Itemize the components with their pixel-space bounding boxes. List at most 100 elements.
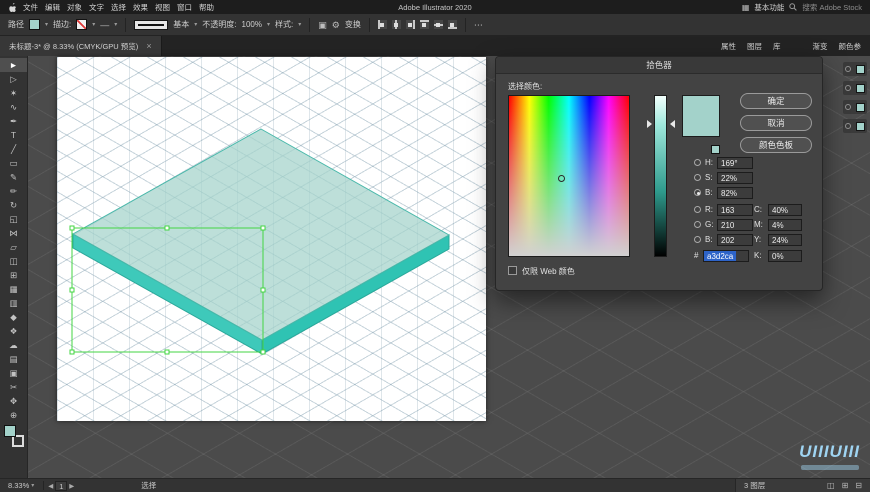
selection-handle[interactable] — [260, 349, 266, 355]
brightness-slider[interactable] — [654, 95, 667, 257]
menu-object[interactable]: 对象 — [67, 2, 82, 13]
color-swatches-button[interactable]: 颜色色板 — [740, 137, 812, 153]
artboard-nav-field[interactable]: 1 — [55, 480, 68, 491]
visibility-icon[interactable] — [845, 85, 851, 91]
hand-tool[interactable]: ✥ — [0, 394, 27, 408]
slider-arrow-right-icon[interactable] — [670, 120, 675, 128]
align-bottom-icon[interactable] — [447, 20, 457, 29]
rectangle-tool[interactable]: ▭ — [0, 156, 27, 170]
mesh-tool[interactable]: ▦ — [0, 282, 27, 296]
tab-libraries[interactable]: 库 — [773, 41, 781, 52]
prev-artboard-icon[interactable]: ◀ — [48, 482, 53, 490]
box-top-face[interactable] — [71, 128, 451, 341]
rotate-tool[interactable]: ↻ — [0, 198, 27, 212]
shape-builder-tool[interactable]: ◫ — [0, 254, 27, 268]
opacity-value[interactable]: 100% — [242, 20, 262, 29]
fill-color-swatch[interactable] — [29, 19, 40, 30]
selection-handle[interactable] — [164, 225, 170, 231]
align-top-icon[interactable] — [419, 20, 429, 29]
tab-properties[interactable]: 属性 — [721, 41, 736, 52]
layer-row[interactable] — [843, 100, 867, 114]
perspective-grid-tool[interactable]: ⊞ — [0, 268, 27, 282]
style-dropdown-icon[interactable]: ▾ — [298, 21, 301, 28]
input-b2[interactable]: 202 — [717, 234, 753, 246]
brush-dropdown-icon[interactable]: ▾ — [194, 21, 197, 28]
align-center-icon[interactable] — [391, 20, 401, 29]
tab-layers[interactable]: 图层 — [747, 41, 762, 52]
fill-stroke-indicator[interactable] — [3, 425, 24, 447]
next-artboard-icon[interactable]: ▶ — [69, 482, 74, 490]
opacity-dropdown-icon[interactable]: ▾ — [267, 21, 270, 28]
align-middle-icon[interactable] — [433, 20, 443, 29]
document-setup-icon[interactable]: ▣ — [318, 20, 327, 30]
brush-definition-select[interactable]: 基本 — [173, 19, 189, 30]
dialog-title[interactable]: 拾色器 — [496, 57, 822, 74]
align-left-icon[interactable] — [377, 20, 387, 29]
transform-label[interactable]: 变换 — [345, 19, 361, 30]
type-tool[interactable]: T — [0, 128, 27, 142]
radio-g[interactable] — [694, 221, 701, 228]
pencil-tool[interactable]: ✏ — [0, 184, 27, 198]
selection-handle[interactable] — [69, 225, 75, 231]
new-layer-icon[interactable]: ⊞ — [842, 481, 849, 490]
lasso-tool[interactable]: ∿ — [0, 100, 27, 114]
eyedropper-tool[interactable]: ◆ — [0, 310, 27, 324]
menu-edit[interactable]: 编辑 — [45, 2, 60, 13]
gradient-tool[interactable]: ▥ — [0, 296, 27, 310]
tab-gradient[interactable]: 渐变 — [813, 41, 828, 52]
layer-row[interactable] — [843, 119, 867, 133]
apple-menu-icon[interactable] — [8, 2, 17, 13]
stroke-weight-dropdown-icon[interactable]: ▾ — [114, 21, 117, 28]
more-options-icon[interactable]: ⋯ — [474, 20, 483, 30]
free-transform-tool[interactable]: ▱ — [0, 240, 27, 254]
paintbrush-tool[interactable]: ✎ — [0, 170, 27, 184]
color-field-marker[interactable] — [558, 175, 565, 182]
width-tool[interactable]: ⋈ — [0, 226, 27, 240]
tab-close-icon[interactable]: × — [146, 41, 151, 51]
color-field[interactable] — [508, 95, 630, 257]
input-c[interactable]: 40% — [768, 204, 802, 216]
input-g[interactable]: 210 — [717, 219, 753, 231]
zoom-dropdown-icon[interactable]: ▾ — [31, 482, 34, 489]
selection-handle[interactable] — [260, 287, 266, 293]
stroke-color-swatch[interactable] — [76, 19, 88, 30]
blend-tool[interactable]: ❖ — [0, 324, 27, 338]
stroke-dropdown-icon[interactable]: ▾ — [92, 21, 95, 28]
fill-dropdown-icon[interactable]: ▾ — [45, 21, 48, 28]
slider-arrow-left-icon[interactable] — [647, 120, 652, 128]
stroke-profile-select[interactable] — [134, 19, 169, 30]
menu-type[interactable]: 文字 — [89, 2, 104, 13]
stock-search-input[interactable]: 搜索 Adobe Stock — [802, 2, 862, 13]
magic-wand-tool[interactable]: ✶ — [0, 86, 27, 100]
input-y[interactable]: 24% — [768, 234, 802, 246]
input-k[interactable]: 0% — [768, 250, 802, 262]
workspace-switcher[interactable]: 基本功能 — [754, 2, 784, 13]
slice-tool[interactable]: ✂ — [0, 380, 27, 394]
radio-s[interactable] — [694, 174, 701, 181]
menu-view[interactable]: 视图 — [155, 2, 170, 13]
layer-row[interactable] — [843, 62, 867, 76]
preferences-icon[interactable]: ⚙ — [332, 20, 340, 30]
radio-r[interactable] — [694, 206, 701, 213]
layer-row[interactable] — [843, 81, 867, 95]
visibility-icon[interactable] — [845, 66, 851, 72]
web-gamut-cube-icon[interactable] — [711, 145, 720, 154]
selection-handle[interactable] — [164, 349, 170, 355]
menu-effect[interactable]: 效果 — [133, 2, 148, 13]
selection-tool[interactable]: ► — [0, 58, 27, 72]
scale-tool[interactable]: ◱ — [0, 212, 27, 226]
visibility-icon[interactable] — [845, 104, 851, 110]
symbol-sprayer-tool[interactable]: ☁ — [0, 338, 27, 352]
radio-b2[interactable] — [694, 236, 701, 243]
radio-h[interactable] — [694, 159, 701, 166]
document-tab[interactable]: 未标题-3* @ 8.33% (CMYK/GPU 预览) × — [0, 36, 162, 56]
input-m[interactable]: 4% — [768, 219, 802, 231]
selection-handle[interactable] — [69, 287, 75, 293]
fill-indicator[interactable] — [3, 425, 16, 437]
line-segment-tool[interactable]: ╱ — [0, 142, 27, 156]
input-h[interactable]: 169° — [717, 157, 753, 169]
align-right-icon[interactable] — [405, 20, 415, 29]
menu-window[interactable]: 窗口 — [177, 2, 192, 13]
web-only-checkbox[interactable] — [508, 266, 517, 275]
selection-handle[interactable] — [69, 349, 75, 355]
